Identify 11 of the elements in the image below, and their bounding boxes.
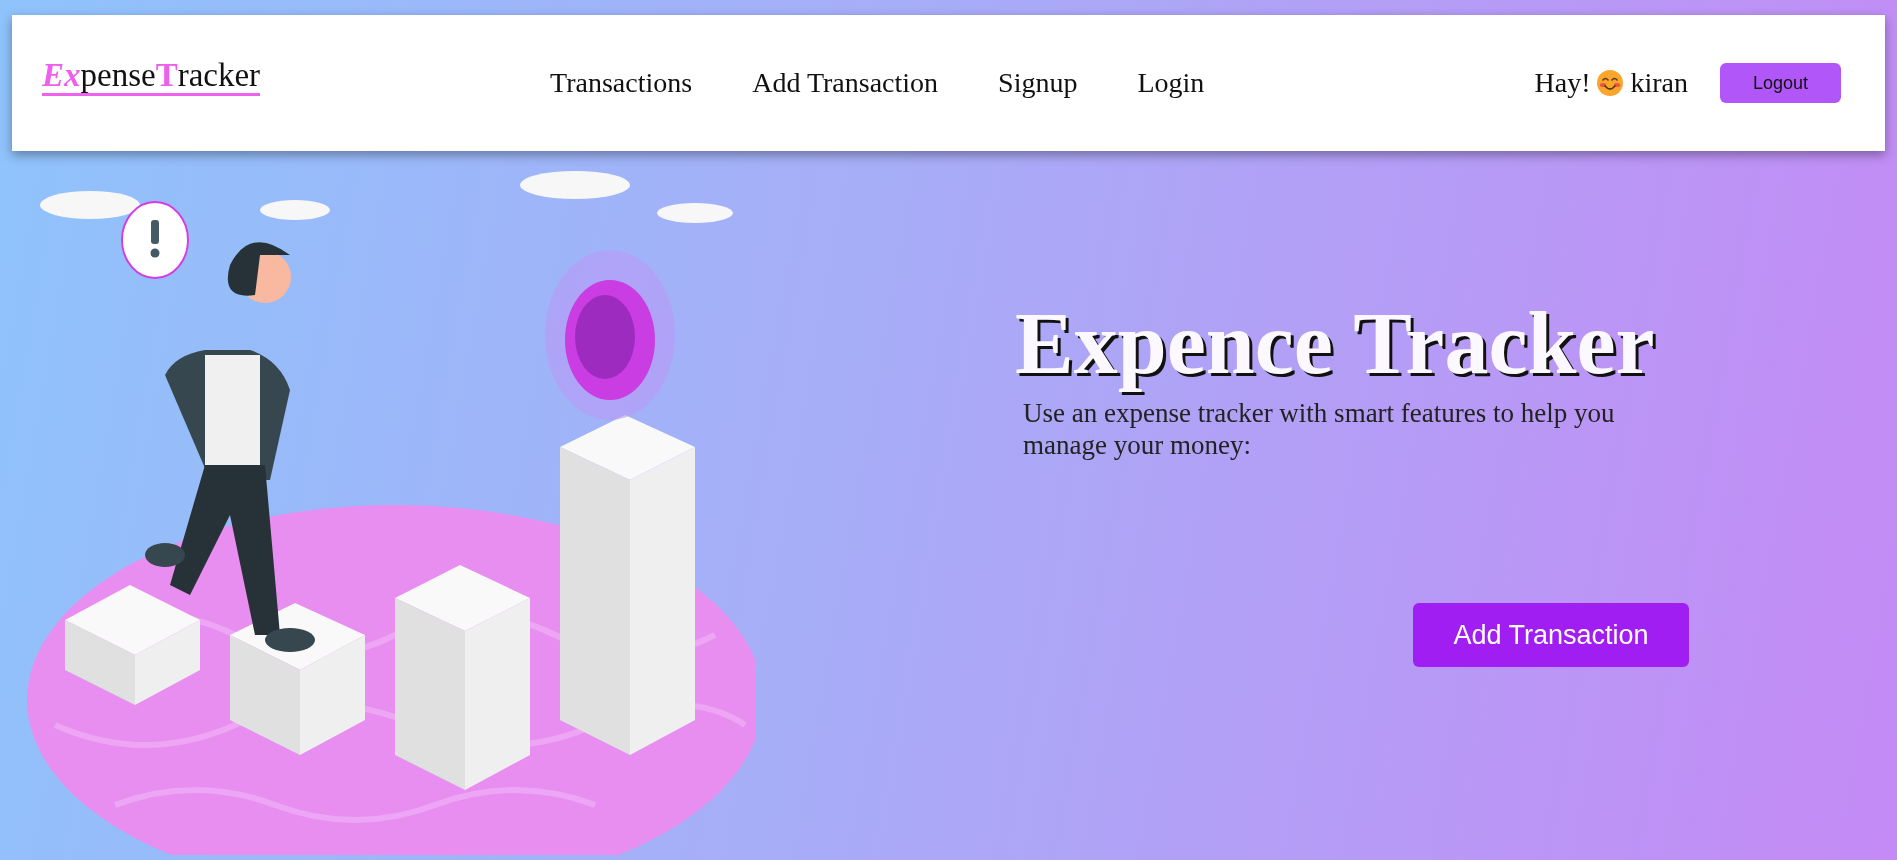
greeting-text: Hay! [1534, 67, 1591, 99]
nav-link[interactable]: Signup [998, 67, 1078, 99]
logo-link[interactable]: ExpenseTracker [42, 58, 261, 96]
hero-description: Use an expense tracker with smart features to help you manage your money: [1023, 398, 1616, 462]
nav-link[interactable]: Login [1137, 67, 1205, 99]
logout-button[interactable]: Logout [1720, 63, 1841, 103]
add-transaction-button[interactable]: Add Transaction [1413, 603, 1689, 668]
smiling-face-icon [1596, 69, 1625, 97]
nav-link[interactable]: Transactions [550, 67, 693, 99]
nav-link[interactable]: Add Transaction [752, 67, 939, 99]
username-text: kiran [1630, 67, 1688, 99]
